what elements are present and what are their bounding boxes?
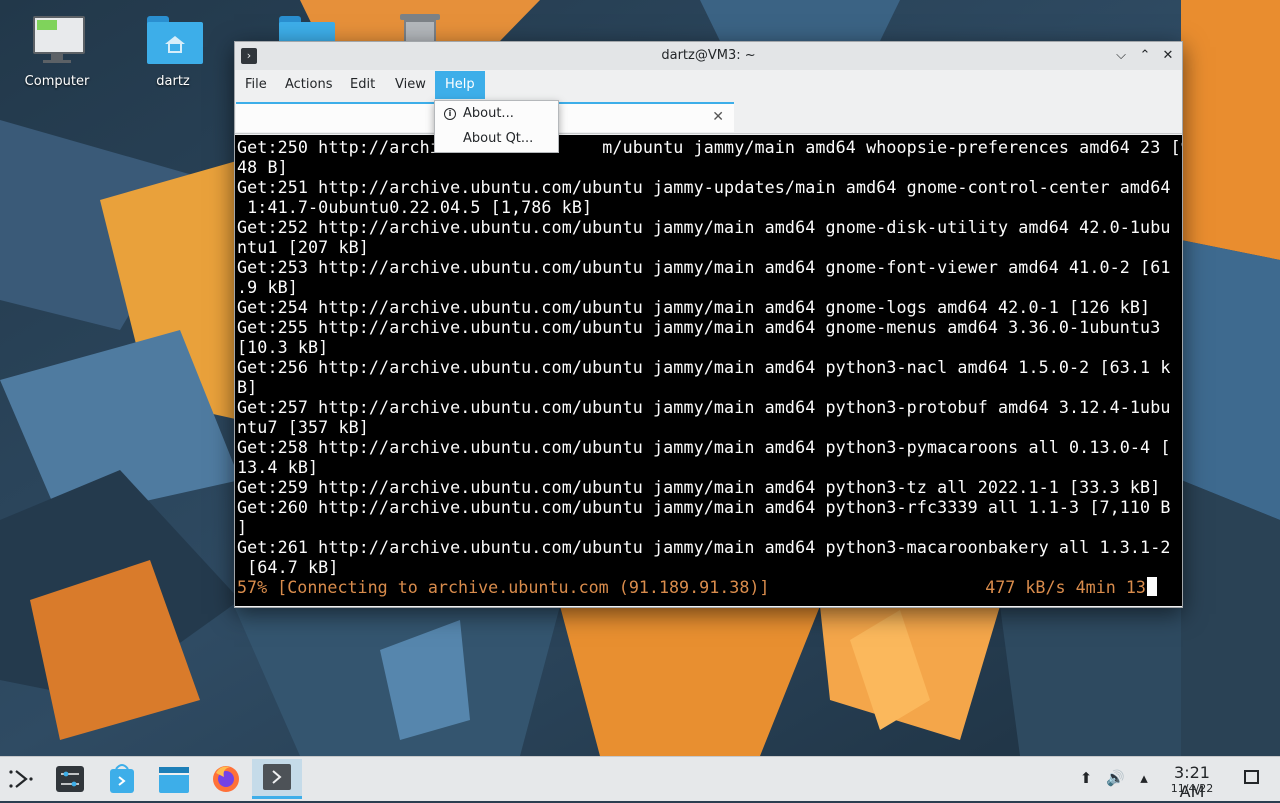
terminal-cursor — [1147, 577, 1157, 596]
terminal-line: Get:256 http://archive.ubuntu.com/ubuntu… — [237, 357, 1171, 377]
menu-actions[interactable]: Actions — [275, 71, 343, 99]
settings-icon — [56, 766, 84, 792]
launcher-icon — [9, 770, 33, 788]
window-titlebar[interactable]: › dartz@VM3: ~ ⌵ ⌃ ✕ — [235, 42, 1182, 70]
application-launcher-button[interactable] — [0, 759, 44, 799]
show-hidden-tray-icon[interactable]: ▴ — [1135, 769, 1153, 787]
menu-item-label: About... — [463, 106, 514, 121]
desktop-icon-home-folder[interactable]: dartz — [125, 10, 221, 89]
terminal-line: Get:257 http://archive.ubuntu.com/ubuntu… — [237, 397, 1171, 417]
terminal-icon — [263, 764, 291, 790]
terminal-line: B] — [237, 377, 258, 397]
firefox-icon — [213, 766, 239, 792]
terminal-line: [10.3 kB] — [237, 337, 329, 357]
clock-date[interactable]: 11/4/22 — [1160, 782, 1224, 795]
menu-item-about-qt[interactable]: About Qt... — [435, 127, 558, 151]
file-manager-button[interactable] — [152, 759, 196, 799]
discover-button[interactable] — [100, 759, 144, 799]
download-speed: 477 kB/s 4min 13s — [985, 577, 1156, 597]
terminal-line: .9 kB] — [237, 277, 298, 297]
terminal-line: ntu7 [357 kB] — [237, 417, 369, 437]
menu-edit[interactable]: Edit — [340, 71, 385, 99]
maximize-button[interactable]: ⌃ — [1134, 45, 1156, 67]
close-window-button[interactable]: ✕ — [1157, 45, 1179, 67]
computer-icon — [27, 10, 87, 70]
terminal-line: Get:258 http://archive.ubuntu.com/ubuntu… — [237, 437, 1171, 457]
folder-icon — [159, 767, 189, 793]
show-desktop-button[interactable] — [1244, 770, 1259, 784]
menu-bar: File Actions Edit View Help — [235, 70, 1182, 100]
minimize-button[interactable]: ⌵ — [1110, 45, 1132, 67]
discover-store-icon — [110, 764, 134, 793]
terminal-lines: Get:250 http://archi m/ubuntu jammy/main… — [235, 135, 1182, 577]
terminal-line: ] — [237, 517, 248, 537]
menu-item-about[interactable]: i About... — [435, 102, 558, 126]
window-title: dartz@VM3: ~ — [661, 48, 756, 63]
menu-view[interactable]: View — [385, 71, 436, 99]
terminal-line: Get:252 http://archive.ubuntu.com/ubuntu… — [237, 217, 1171, 237]
update-notifier-icon[interactable]: ⬆ — [1077, 769, 1095, 787]
close-tab-icon[interactable]: ✕ — [712, 109, 724, 125]
desktop-icon-label: Computer — [24, 74, 90, 89]
terminal-line: 1:41.7-0ubuntu0.22.04.5 [1,786 kB] — [237, 197, 593, 217]
desktop-icon-computer[interactable]: Computer — [9, 10, 105, 89]
terminal-line: 48 B] — [237, 157, 288, 177]
konsole-window[interactable]: › dartz@VM3: ~ ⌵ ⌃ ✕ File Actions Edit V… — [234, 41, 1183, 608]
help-dropdown-menu: i About... About Qt... — [434, 100, 559, 153]
terminal-line: Get:261 http://archive.ubuntu.com/ubuntu… — [237, 537, 1171, 557]
system-settings-button[interactable] — [48, 759, 92, 799]
firefox-button[interactable] — [204, 759, 248, 799]
taskbar: ⬆ 🔊 ▴ 3:21 AM 11/4/22 — [0, 756, 1280, 801]
desktop-icon-label: dartz — [156, 74, 190, 89]
tab-bar: ✕ — [235, 101, 1182, 134]
terminal-line: Get:260 http://archive.ubuntu.com/ubuntu… — [237, 497, 1171, 517]
menu-help[interactable]: Help — [435, 71, 485, 99]
terminal-line: Get:253 http://archive.ubuntu.com/ubuntu… — [237, 257, 1171, 277]
terminal-line: Get:255 http://archive.ubuntu.com/ubuntu… — [237, 317, 1161, 337]
terminal-line: Get:254 http://archive.ubuntu.com/ubuntu… — [237, 297, 1151, 317]
terminal-line: ntu1 [207 kB] — [237, 237, 369, 257]
terminal-line: Get:259 http://archive.ubuntu.com/ubuntu… — [237, 477, 1161, 497]
terminal-line: Get:251 http://archive.ubuntu.com/ubuntu… — [237, 177, 1171, 197]
home-folder-icon — [143, 10, 203, 70]
terminal-line: Get:250 http://archi m/ubuntu jammy/main… — [237, 137, 1182, 157]
volume-icon[interactable]: 🔊 — [1106, 769, 1125, 787]
menu-item-label: About Qt... — [463, 131, 534, 146]
menu-file[interactable]: File — [235, 71, 277, 99]
terminal-line: 13.4 kB] — [237, 457, 319, 477]
terminal-line: [64.7 kB] — [237, 557, 339, 577]
info-icon: i — [444, 108, 456, 120]
konsole-task-button[interactable] — [252, 759, 302, 799]
terminal-output[interactable]: Get:250 http://archi m/ubuntu jammy/main… — [235, 135, 1182, 606]
